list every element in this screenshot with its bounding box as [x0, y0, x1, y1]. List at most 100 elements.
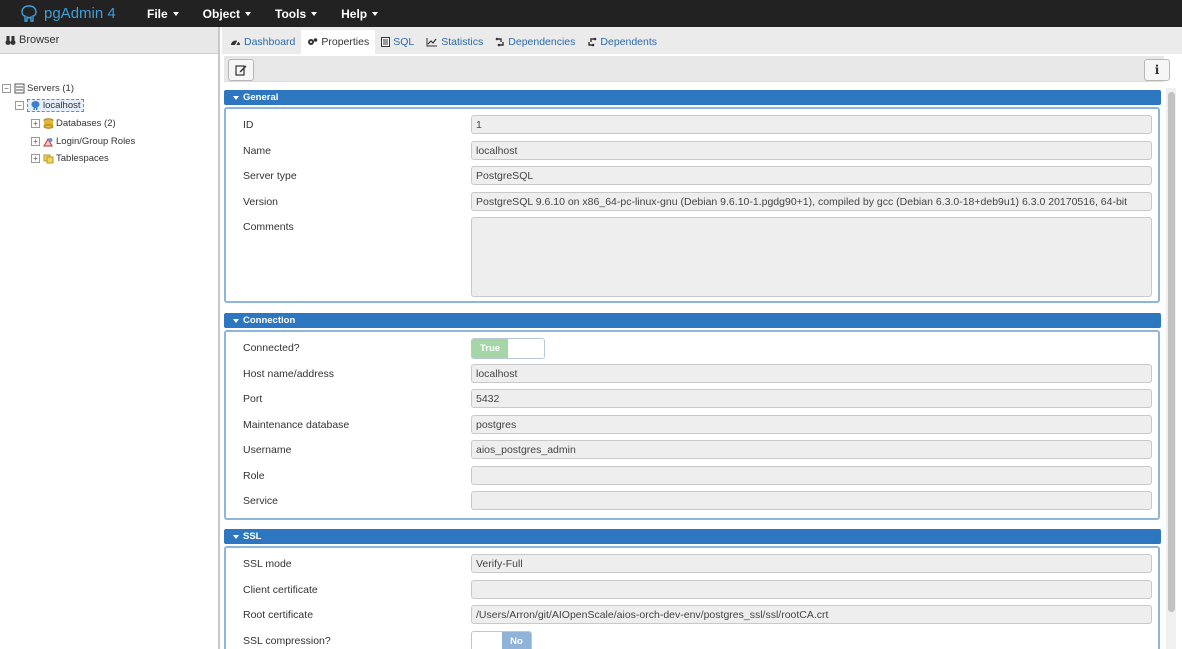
- field-name[interactable]: localhost: [471, 141, 1152, 160]
- label-port: Port: [243, 393, 263, 405]
- collapse-icon[interactable]: −: [15, 100, 24, 110]
- tab-properties-label: Properties: [321, 36, 370, 48]
- dependents-icon: [588, 37, 597, 47]
- label-name: Name: [243, 145, 272, 157]
- tab-dashboard[interactable]: Dashboard: [224, 30, 301, 54]
- expand-icon[interactable]: +: [31, 118, 40, 128]
- tab-sql-label: SQL: [393, 36, 415, 48]
- properties-toolbar: i: [224, 56, 1170, 82]
- app-title: pgAdmin 4: [44, 5, 116, 22]
- tree-node-tablespaces[interactable]: + Tablespaces: [31, 150, 109, 166]
- field-host[interactable]: localhost: [471, 364, 1152, 383]
- scrollbar-thumb[interactable]: [1168, 92, 1175, 612]
- field-ssl-mode[interactable]: Verify-Full: [471, 554, 1152, 573]
- caret-down-icon: [311, 11, 318, 16]
- tree-label-roles: Login/Group Roles: [56, 135, 136, 147]
- caret-down-icon: [372, 11, 379, 16]
- menu-object-label: Object: [202, 6, 241, 21]
- database-icon: [43, 117, 54, 129]
- elephant-server-icon: [31, 100, 40, 110]
- label-ssl-compression: SSL compression?: [243, 635, 331, 647]
- field-id[interactable]: 1: [471, 115, 1152, 134]
- field-root-certificate[interactable]: /Users/Arron/git/AIOpenScale/aios-orch-d…: [471, 605, 1152, 624]
- binoculars-icon: [5, 35, 16, 45]
- label-ssl-mode: SSL mode: [243, 558, 292, 570]
- tab-strip: Dashboard Properties SQL Statistics Depe…: [222, 27, 1182, 54]
- label-root-certificate: Root certificate: [243, 609, 314, 621]
- field-maintenance-db[interactable]: postgres: [471, 415, 1152, 434]
- tree-node-servers[interactable]: − Servers (1): [2, 80, 74, 96]
- info-icon: i: [1154, 63, 1160, 77]
- field-username[interactable]: aios_postgres_admin: [471, 440, 1152, 459]
- menu-file-label: File: [147, 6, 168, 21]
- tab-properties[interactable]: Properties: [301, 30, 376, 54]
- tab-dependents[interactable]: Dependents: [581, 30, 663, 54]
- label-username: Username: [243, 444, 292, 456]
- menu-tools[interactable]: Tools: [264, 0, 328, 27]
- browser-title: Browser: [19, 34, 60, 46]
- caret-down-icon: [245, 11, 252, 16]
- browser-panel: Browser − Servers (1) − localhost + Data…: [0, 27, 220, 649]
- tree-label-databases: Databases (2): [56, 117, 116, 129]
- section-general-header[interactable]: General: [224, 90, 1161, 105]
- menu-file[interactable]: File: [136, 0, 190, 27]
- caret-down-icon: [233, 95, 239, 100]
- section-ssl-title: SSL: [243, 531, 262, 542]
- field-port[interactable]: 5432: [471, 389, 1152, 408]
- section-connection-title: Connection: [243, 315, 296, 326]
- label-server-type: Server type: [243, 170, 297, 182]
- label-version: Version: [243, 196, 279, 208]
- tab-dependencies[interactable]: Dependencies: [489, 30, 581, 54]
- selected-server[interactable]: localhost: [27, 98, 84, 112]
- tab-sql[interactable]: SQL: [375, 30, 420, 54]
- tree-label-localhost: localhost: [43, 99, 81, 111]
- tree-node-roles[interactable]: + Login/Group Roles: [31, 133, 135, 149]
- label-service: Service: [243, 495, 279, 507]
- section-connection-header[interactable]: Connection: [224, 313, 1161, 328]
- tree-node-localhost[interactable]: − localhost: [15, 97, 84, 113]
- field-client-certificate[interactable]: [471, 580, 1152, 599]
- browser-header: Browser: [0, 27, 218, 54]
- field-service[interactable]: [471, 491, 1152, 510]
- caret-down-icon: [172, 11, 179, 16]
- top-navbar: pgAdmin 4 File Object Tools Help: [0, 0, 1182, 27]
- file-icon: [381, 37, 391, 47]
- field-server-type[interactable]: PostgreSQL: [471, 166, 1152, 185]
- section-ssl-body: SSL mode Verify-Full Client certificate …: [224, 546, 1160, 649]
- expand-icon[interactable]: +: [31, 136, 40, 146]
- field-comments[interactable]: [471, 217, 1152, 297]
- menu-help-label: Help: [341, 6, 368, 21]
- edit-button[interactable]: [228, 59, 254, 81]
- tab-dependencies-label: Dependencies: [508, 36, 576, 48]
- collapse-icon[interactable]: −: [2, 83, 11, 93]
- menu-object[interactable]: Object: [192, 0, 262, 27]
- label-connected: Connected?: [243, 342, 300, 354]
- ssl-compression-toggle[interactable]: No: [471, 631, 532, 649]
- field-version[interactable]: PostgreSQL 9.6.10 on x86_64-pc-linux-gnu…: [471, 192, 1152, 211]
- section-general-body: ID 1 Name localhost Server type PostgreS…: [224, 107, 1160, 303]
- main-panel: Dashboard Properties SQL Statistics Depe…: [222, 27, 1182, 649]
- field-role[interactable]: [471, 466, 1152, 485]
- toggle-handle: [472, 632, 502, 649]
- section-ssl-header[interactable]: SSL: [224, 529, 1161, 544]
- label-id: ID: [243, 119, 254, 131]
- label-comments: Comments: [243, 221, 294, 233]
- edit-icon: [235, 65, 247, 76]
- connected-toggle[interactable]: True: [471, 338, 545, 359]
- section-general-title: General: [243, 92, 279, 103]
- tab-dependents-label: Dependents: [600, 36, 658, 48]
- menu-help[interactable]: Help: [330, 0, 389, 27]
- tree-node-databases[interactable]: + Databases (2): [31, 115, 116, 131]
- info-button[interactable]: i: [1144, 59, 1170, 81]
- toggle-true-label: True: [472, 339, 508, 358]
- label-host: Host name/address: [243, 368, 335, 380]
- properties-content: i General ID 1 Name localhost Server typ…: [222, 54, 1182, 649]
- tab-dashboard-label: Dashboard: [244, 36, 296, 48]
- server-group-icon: [14, 83, 25, 93]
- tab-statistics[interactable]: Statistics: [420, 30, 489, 54]
- tablespace-icon: [43, 154, 54, 163]
- roles-icon: [43, 137, 53, 146]
- caret-down-icon: [233, 318, 239, 323]
- toggle-handle: [508, 339, 544, 358]
- expand-icon[interactable]: +: [31, 153, 40, 163]
